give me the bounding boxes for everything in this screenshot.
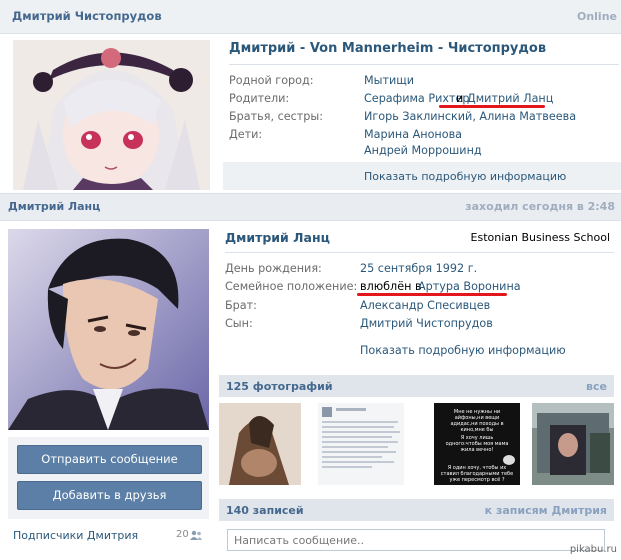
- anime-man-avatar-image: [8, 229, 209, 430]
- photo-caption-1: Мне не нужны ни айфоны,ни вещи адидас,ни…: [450, 409, 504, 433]
- relationship-label: Семейное положение:: [225, 280, 358, 293]
- son-link[interactable]: Дмитрий Чистопрудов: [360, 317, 493, 330]
- red-underline-annotation: [357, 293, 507, 296]
- posts-count-title[interactable]: 140 записей: [226, 504, 304, 517]
- watermark: pikabu.ru: [569, 544, 617, 555]
- last-seen-status: заходил сегодня в 2:48: [465, 200, 615, 213]
- red-underline-annotation: [439, 105, 545, 108]
- online-status: Online: [576, 10, 617, 23]
- wall-post-box[interactable]: [227, 529, 605, 551]
- cat-icon: [503, 455, 515, 465]
- child-link-2[interactable]: Андрей Моррошинд: [364, 144, 482, 157]
- photo-caption-3: Я один хочу, чтобы их ставил благодарным…: [440, 465, 514, 483]
- relationship-text: влюблён в: [360, 280, 422, 293]
- divider: [229, 64, 619, 65]
- screenshot-text-image: [318, 403, 404, 485]
- siblings-label: Братья, сестры:: [229, 110, 323, 123]
- people-icon: [190, 530, 202, 540]
- photos-section-header[interactable]: 125 фотографий все: [219, 375, 614, 397]
- child-link-1[interactable]: Марина Анонова: [364, 128, 462, 141]
- show-more-info-link[interactable]: Показать подробную информацию: [360, 344, 566, 357]
- anime-girl-avatar-image: [13, 40, 210, 190]
- hometown-link[interactable]: Мытищи: [364, 74, 414, 87]
- posts-section-header: 140 записей к записям Дмитрия: [219, 499, 614, 521]
- parents-label: Родители:: [229, 92, 290, 105]
- profile2-title: Дмитрий Ланц: [225, 230, 330, 245]
- photo-thumbnail[interactable]: [532, 403, 614, 485]
- company-text: Estonian Business School: [470, 231, 610, 244]
- brother-link[interactable]: Александр Спесивцев: [360, 299, 490, 312]
- hometown-label: Родной город:: [229, 74, 314, 87]
- photo-thumbnail[interactable]: Мне не нужны ни айфоны,ни вещи адидас,ни…: [434, 403, 520, 485]
- profile1-header-name[interactable]: Дмитрий Чистопрудов: [12, 9, 162, 23]
- parents-join: и: [456, 92, 464, 105]
- profile1-title: Дмитрий - Von Mannerheim - Чистопрудов: [229, 41, 547, 56]
- photo-image: [532, 403, 614, 485]
- birthday-link[interactable]: 25 сентября 1992 г.: [360, 262, 477, 275]
- photo-image: [219, 403, 301, 485]
- birthday-label: День рождения:: [225, 262, 322, 275]
- profile1-more-info-bar: Показать подробную информацию: [223, 162, 621, 190]
- son-label: Сын:: [225, 317, 253, 330]
- send-message-button[interactable]: Отправить сообщение: [17, 445, 202, 474]
- profile1-avatar[interactable]: [13, 40, 210, 190]
- photo-caption-2: Я хочу лишь одного:чтобы моя мама жила в…: [445, 435, 509, 453]
- parent-link-father[interactable]: Дмитрий Ланц: [467, 92, 553, 105]
- show-more-info-link[interactable]: Показать подробную информацию: [364, 170, 566, 183]
- brother-label: Брат:: [225, 299, 257, 312]
- subscribers-link[interactable]: Подписчики Дмитрия: [13, 529, 138, 542]
- photos-all-link[interactable]: все: [586, 380, 607, 393]
- profile2-avatar[interactable]: [8, 229, 209, 430]
- profile2-header: Дмитрий Ланц заходил сегодня в 2:48: [0, 193, 621, 221]
- add-friend-button[interactable]: Добавить в друзья: [17, 481, 202, 510]
- write-message-input[interactable]: [228, 530, 604, 550]
- children-label: Дети:: [229, 128, 263, 141]
- profile1-header: Дмитрий Чистопрудов Online: [0, 0, 621, 34]
- relationship-partner-link[interactable]: Артура Воронина: [418, 280, 521, 293]
- parent-link-mother[interactable]: Серафима Рихтер: [364, 92, 469, 105]
- siblings-links[interactable]: Игорь Заклинский, Алина Матвеева: [364, 110, 576, 123]
- photo-thumbnail[interactable]: [219, 403, 301, 485]
- to-posts-link[interactable]: к записям Дмитрия: [485, 504, 607, 517]
- profile2-header-name[interactable]: Дмитрий Ланц: [8, 200, 100, 213]
- photos-count-title[interactable]: 125 фотографий: [226, 380, 333, 393]
- subscribers-count: 20: [176, 529, 189, 540]
- divider: [225, 252, 614, 253]
- photo-thumbnail[interactable]: [318, 403, 404, 485]
